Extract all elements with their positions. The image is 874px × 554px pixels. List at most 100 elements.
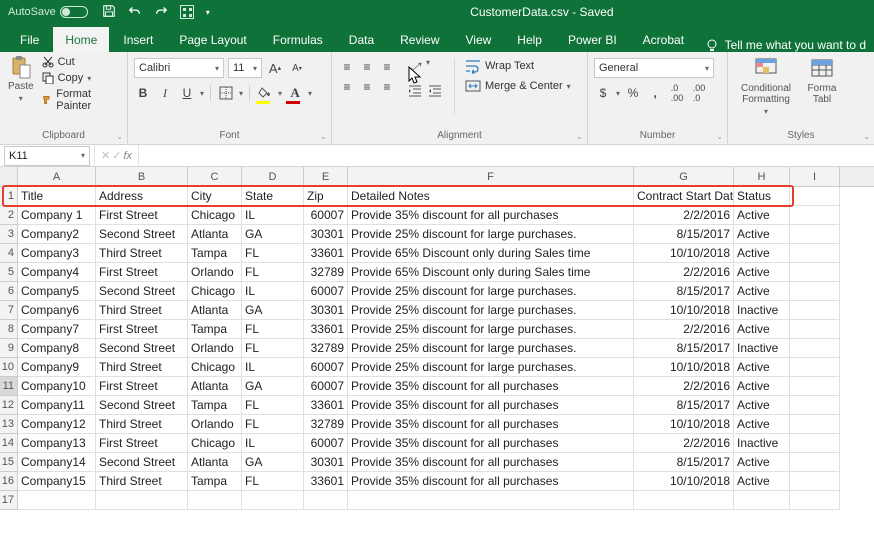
cell[interactable]: Active bbox=[734, 282, 790, 301]
cell[interactable]: Third Street bbox=[96, 244, 188, 263]
cell[interactable] bbox=[634, 491, 734, 510]
align-right-icon[interactable]: ≡ bbox=[378, 78, 396, 96]
cell[interactable]: FL bbox=[242, 244, 304, 263]
cell[interactable]: FL bbox=[242, 472, 304, 491]
cell[interactable]: Company13 bbox=[18, 434, 96, 453]
chevron-down-icon[interactable]: ▾ bbox=[616, 89, 620, 98]
cell[interactable]: Company15 bbox=[18, 472, 96, 491]
cell[interactable]: Zip bbox=[304, 187, 348, 206]
cell[interactable]: Active bbox=[734, 415, 790, 434]
cell[interactable]: FL bbox=[242, 320, 304, 339]
cell[interactable]: Third Street bbox=[96, 358, 188, 377]
col-header-G[interactable]: G bbox=[634, 167, 734, 186]
conditional-formatting-button[interactable]: ConditionalFormatting ▾ bbox=[734, 57, 798, 116]
cell[interactable]: Provide 25% discount for large purchases… bbox=[348, 320, 634, 339]
font-size-combo[interactable]: 11▾ bbox=[228, 58, 262, 78]
cell[interactable]: First Street bbox=[96, 263, 188, 282]
cell[interactable] bbox=[790, 434, 840, 453]
cell[interactable]: Second Street bbox=[96, 225, 188, 244]
cell[interactable]: GA bbox=[242, 301, 304, 320]
cell[interactable]: 2/2/2016 bbox=[634, 377, 734, 396]
undo-icon[interactable] bbox=[128, 4, 142, 21]
cell[interactable]: 2/2/2016 bbox=[634, 320, 734, 339]
cell[interactable]: Tampa bbox=[188, 396, 242, 415]
cell[interactable]: 10/10/2018 bbox=[634, 301, 734, 320]
cancel-icon[interactable]: ✕ bbox=[101, 149, 110, 162]
cell[interactable]: 8/15/2017 bbox=[634, 225, 734, 244]
number-format-combo[interactable]: General ▾ bbox=[594, 58, 714, 78]
font-name-combo[interactable]: Calibri▾ bbox=[134, 58, 224, 78]
format-painter-button[interactable]: Format Painter bbox=[42, 87, 121, 113]
cell[interactable]: 10/10/2018 bbox=[634, 244, 734, 263]
tab-formulas[interactable]: Formulas bbox=[261, 27, 335, 52]
cell[interactable]: Provide 25% discount for large purchases… bbox=[348, 225, 634, 244]
cell[interactable] bbox=[790, 320, 840, 339]
cell[interactable]: Company7 bbox=[18, 320, 96, 339]
cell[interactable]: Company6 bbox=[18, 301, 96, 320]
row-header[interactable]: 6 bbox=[0, 282, 18, 301]
cell[interactable] bbox=[790, 244, 840, 263]
cell[interactable]: Provide 25% discount for large purchases… bbox=[348, 339, 634, 358]
cell[interactable] bbox=[242, 491, 304, 510]
row-header[interactable]: 12 bbox=[0, 396, 18, 415]
row-header[interactable]: 2 bbox=[0, 206, 18, 225]
cell[interactable]: 32789 bbox=[304, 415, 348, 434]
cell[interactable]: Second Street bbox=[96, 396, 188, 415]
cell[interactable]: Tampa bbox=[188, 244, 242, 263]
cell[interactable]: IL bbox=[242, 434, 304, 453]
cell[interactable]: 10/10/2018 bbox=[634, 415, 734, 434]
cell[interactable]: State bbox=[242, 187, 304, 206]
redo-icon[interactable] bbox=[154, 4, 168, 21]
row-header[interactable]: 11 bbox=[0, 377, 18, 396]
cell[interactable]: Orlando bbox=[188, 263, 242, 282]
cell[interactable]: Atlanta bbox=[188, 301, 242, 320]
cell[interactable]: City bbox=[188, 187, 242, 206]
cell[interactable]: 8/15/2017 bbox=[634, 396, 734, 415]
format-as-table-button[interactable]: FormaTabl bbox=[802, 57, 842, 105]
bold-button[interactable]: B bbox=[134, 84, 152, 102]
cell[interactable]: Third Street bbox=[96, 415, 188, 434]
row-header[interactable]: 3 bbox=[0, 225, 18, 244]
cell[interactable]: Company3 bbox=[18, 244, 96, 263]
cell[interactable] bbox=[790, 358, 840, 377]
cell[interactable] bbox=[348, 491, 634, 510]
table-row[interactable]: 6Company5Second StreetChicagoIL60007Prov… bbox=[0, 282, 874, 301]
cell[interactable]: First Street bbox=[96, 377, 188, 396]
cell[interactable]: Orlando bbox=[188, 415, 242, 434]
table-row[interactable]: 7Company6Third StreetAtlantaGA30301Provi… bbox=[0, 301, 874, 320]
cell[interactable]: 60007 bbox=[304, 358, 348, 377]
cell[interactable] bbox=[304, 491, 348, 510]
cell[interactable] bbox=[790, 263, 840, 282]
table-row[interactable]: 2Company 1First StreetChicagoIL60007Prov… bbox=[0, 206, 874, 225]
cell[interactable]: Provide 35% discount for all purchases bbox=[348, 434, 634, 453]
cell[interactable]: Chicago bbox=[188, 434, 242, 453]
border-icon[interactable] bbox=[217, 84, 235, 102]
cell[interactable] bbox=[790, 339, 840, 358]
cell[interactable]: Company12 bbox=[18, 415, 96, 434]
cell[interactable]: IL bbox=[242, 358, 304, 377]
table-row[interactable]: 4Company3Third StreetTampaFL33601Provide… bbox=[0, 244, 874, 263]
cell[interactable]: Second Street bbox=[96, 453, 188, 472]
cell[interactable]: Provide 35% discount for all purchases bbox=[348, 453, 634, 472]
cell[interactable]: Chicago bbox=[188, 282, 242, 301]
cell[interactable]: First Street bbox=[96, 434, 188, 453]
cell[interactable] bbox=[790, 415, 840, 434]
cell[interactable]: 60007 bbox=[304, 377, 348, 396]
cell[interactable]: Provide 25% discount for large purchases… bbox=[348, 301, 634, 320]
enter-icon[interactable]: ✓ bbox=[112, 149, 121, 162]
cell[interactable]: First Street bbox=[96, 206, 188, 225]
cell[interactable]: 33601 bbox=[304, 396, 348, 415]
cell[interactable]: Company4 bbox=[18, 263, 96, 282]
fill-color-icon[interactable] bbox=[256, 84, 274, 102]
orientation-icon[interactable]: ⤢ bbox=[406, 58, 424, 76]
cell[interactable]: 32789 bbox=[304, 339, 348, 358]
cell[interactable] bbox=[790, 206, 840, 225]
cell[interactable]: FL bbox=[242, 415, 304, 434]
cell[interactable]: Chicago bbox=[188, 358, 242, 377]
tell-me-search[interactable]: Tell me what you want to d bbox=[705, 38, 866, 52]
cell[interactable] bbox=[790, 187, 840, 206]
tab-data[interactable]: Data bbox=[337, 27, 386, 52]
cell[interactable] bbox=[790, 282, 840, 301]
row-header[interactable]: 9 bbox=[0, 339, 18, 358]
tab-review[interactable]: Review bbox=[388, 27, 451, 52]
